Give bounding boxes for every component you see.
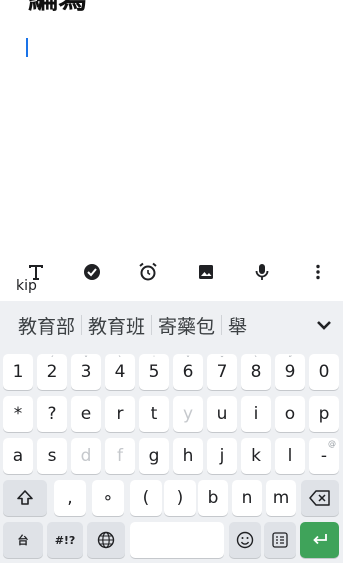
key-n[interactable]: n bbox=[232, 480, 262, 516]
key-2[interactable]: ˊ2 bbox=[37, 354, 67, 390]
candidate-1[interactable]: 教育部 bbox=[0, 312, 81, 339]
key-5[interactable]: ˙ 5 bbox=[139, 354, 169, 390]
key-asterisk[interactable]: * bbox=[3, 396, 33, 432]
language-key[interactable]: 台 bbox=[3, 522, 43, 558]
key-6[interactable]: ˇ6 bbox=[173, 354, 203, 390]
note-title-clipped: 編寫 bbox=[0, 0, 343, 16]
key-m[interactable]: m bbox=[266, 480, 296, 516]
key-comma[interactable]: , bbox=[54, 480, 86, 516]
key-0[interactable]: 0 bbox=[309, 354, 339, 390]
keyboard-layout-icon bbox=[272, 532, 288, 548]
key-9[interactable]: ˝ 9 bbox=[275, 354, 305, 390]
check-circle-icon[interactable] bbox=[80, 260, 104, 284]
candidate-3[interactable]: 寄藥包 bbox=[152, 312, 221, 339]
key-e[interactable]: e bbox=[71, 396, 101, 432]
shift-key[interactable] bbox=[3, 480, 47, 516]
key-3[interactable]: ˇ3 bbox=[71, 354, 101, 390]
symbols-key[interactable]: #!? bbox=[47, 522, 83, 558]
space-key[interactable] bbox=[130, 522, 224, 558]
chevron-down-icon[interactable] bbox=[313, 314, 335, 336]
key-dot[interactable]: ∘ bbox=[92, 480, 124, 516]
key-1[interactable]: 1 bbox=[3, 354, 33, 390]
key-row-3: a s d f g h j k l @ - bbox=[0, 438, 343, 474]
microphone-icon[interactable] bbox=[250, 260, 274, 284]
key-i[interactable]: i bbox=[241, 396, 271, 432]
key-p[interactable]: p bbox=[309, 396, 339, 432]
candidate-2[interactable]: 教育班 bbox=[82, 312, 151, 339]
key-7[interactable]: ˘ 7 bbox=[207, 354, 237, 390]
key-s[interactable]: s bbox=[37, 438, 67, 474]
key-row-bottom: 台 #!? bbox=[0, 522, 343, 558]
key-row-numbers: 1 ˊ2 ˇ3 ˋ4 ˙ 5 ˇ6 ˘ 7 ˋ8 ˝ 9 0 bbox=[0, 354, 343, 390]
globe-key[interactable] bbox=[87, 522, 125, 558]
layout-key[interactable] bbox=[264, 522, 296, 558]
key-4[interactable]: ˋ4 bbox=[105, 354, 135, 390]
enter-icon bbox=[312, 534, 327, 545]
image-icon[interactable] bbox=[194, 260, 218, 284]
backspace-key[interactable] bbox=[301, 480, 339, 516]
shift-icon bbox=[17, 490, 33, 505]
key-j[interactable]: j bbox=[207, 438, 237, 474]
key-a[interactable]: a bbox=[3, 438, 33, 474]
key-o[interactable]: o bbox=[275, 396, 305, 432]
globe-icon bbox=[97, 531, 115, 549]
key-question[interactable]: ? bbox=[37, 396, 67, 432]
key-y[interactable]: y bbox=[173, 396, 203, 432]
candidate-bar: 教育部 教育班 寄藥包 舉 bbox=[0, 301, 343, 349]
key-t[interactable]: t bbox=[139, 396, 169, 432]
enter-key[interactable] bbox=[300, 522, 339, 558]
skip-label[interactable]: kip bbox=[16, 278, 37, 294]
key-f[interactable]: f bbox=[105, 438, 135, 474]
emoji-key[interactable] bbox=[229, 522, 261, 558]
key-dash[interactable]: @ - bbox=[309, 438, 339, 474]
key-d[interactable]: d bbox=[71, 438, 101, 474]
note-title: 編寫 bbox=[28, 0, 88, 16]
candidate-4[interactable]: 舉 bbox=[222, 312, 272, 339]
key-close-paren[interactable]: ) bbox=[164, 480, 196, 516]
key-h[interactable]: h bbox=[173, 438, 203, 474]
text-cursor bbox=[26, 38, 28, 57]
editor-toolbar bbox=[0, 252, 343, 292]
key-u[interactable]: u bbox=[207, 396, 237, 432]
key-row-4: , ∘ ( ) b n m bbox=[0, 480, 343, 516]
key-r[interactable]: r bbox=[105, 396, 135, 432]
key-8[interactable]: ˋ8 bbox=[241, 354, 271, 390]
key-k[interactable]: k bbox=[241, 438, 271, 474]
key-row-2: * ? e r t y u i o p bbox=[0, 396, 343, 432]
backspace-icon bbox=[309, 490, 330, 506]
key-g[interactable]: g bbox=[139, 438, 169, 474]
more-vert-icon[interactable] bbox=[306, 260, 330, 284]
note-editor[interactable] bbox=[0, 16, 343, 250]
keyboard: 教育部 教育班 寄藥包 舉 1 ˊ2 ˇ3 ˋ4 ˙ 5 ˇ6 ˘ 7 ˋ8 ˝ 9 … bbox=[0, 301, 343, 563]
smiley-icon bbox=[236, 531, 254, 549]
key-l[interactable]: l bbox=[275, 438, 305, 474]
key-open-paren[interactable]: ( bbox=[130, 480, 162, 516]
alarm-icon[interactable] bbox=[136, 260, 160, 284]
key-b[interactable]: b bbox=[198, 480, 228, 516]
